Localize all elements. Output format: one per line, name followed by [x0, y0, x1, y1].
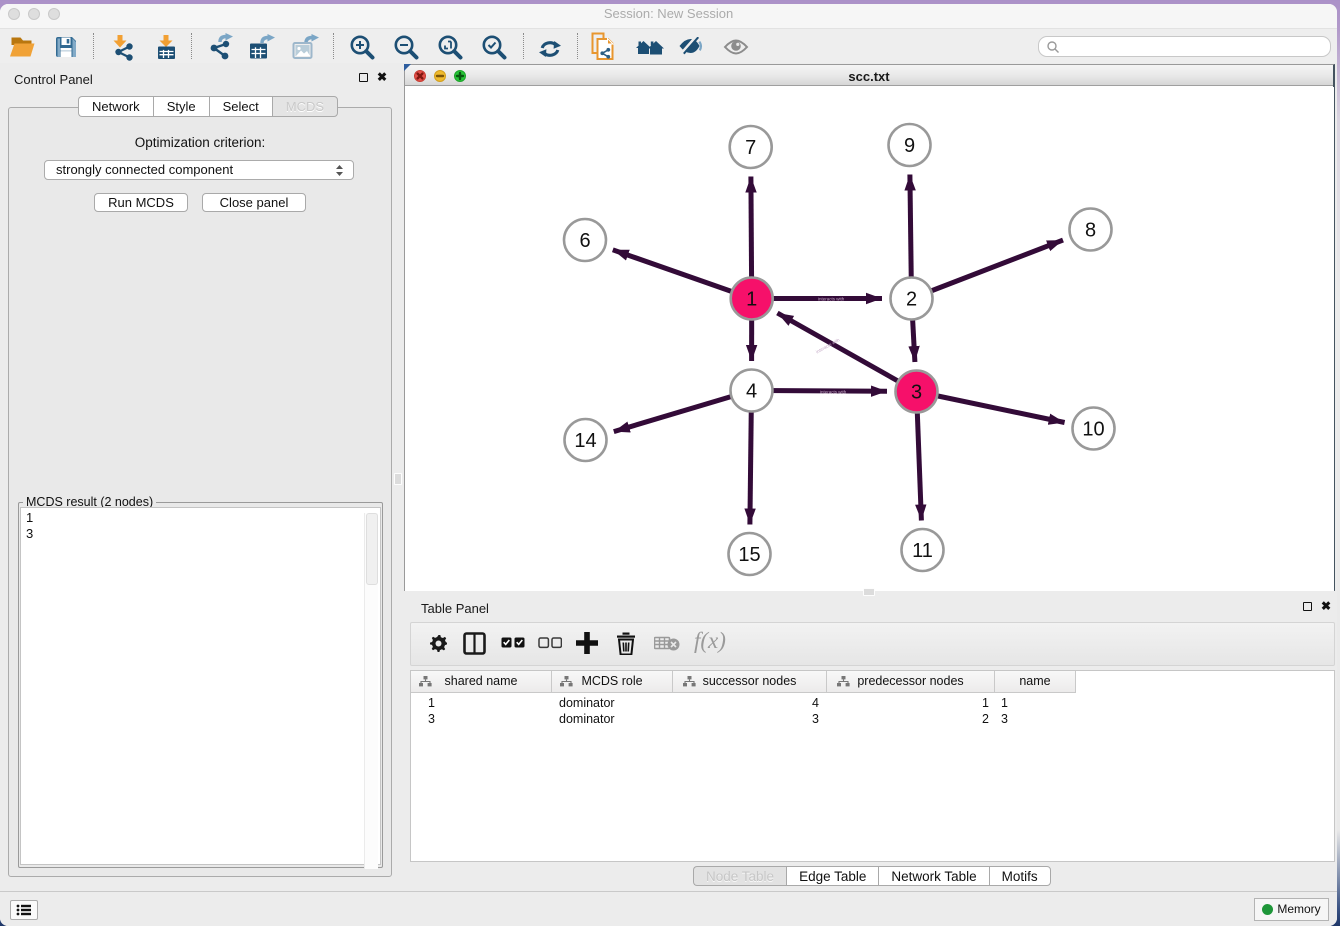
svg-text:11: 11: [912, 540, 933, 562]
svg-text:9: 9: [904, 135, 915, 157]
svg-text:14: 14: [574, 430, 596, 452]
svg-text:2: 2: [906, 289, 917, 311]
svg-text:15: 15: [738, 544, 760, 566]
svg-text:8: 8: [1085, 220, 1096, 242]
svg-text:6: 6: [579, 230, 590, 252]
svg-text:interacts with: interacts with: [820, 390, 847, 395]
svg-text:7: 7: [745, 137, 756, 159]
svg-text:1: 1: [746, 289, 757, 311]
svg-text:4: 4: [746, 381, 757, 403]
svg-text:interacts with: interacts with: [818, 297, 845, 302]
svg-text:3: 3: [911, 382, 922, 404]
svg-text:10: 10: [1082, 419, 1104, 441]
